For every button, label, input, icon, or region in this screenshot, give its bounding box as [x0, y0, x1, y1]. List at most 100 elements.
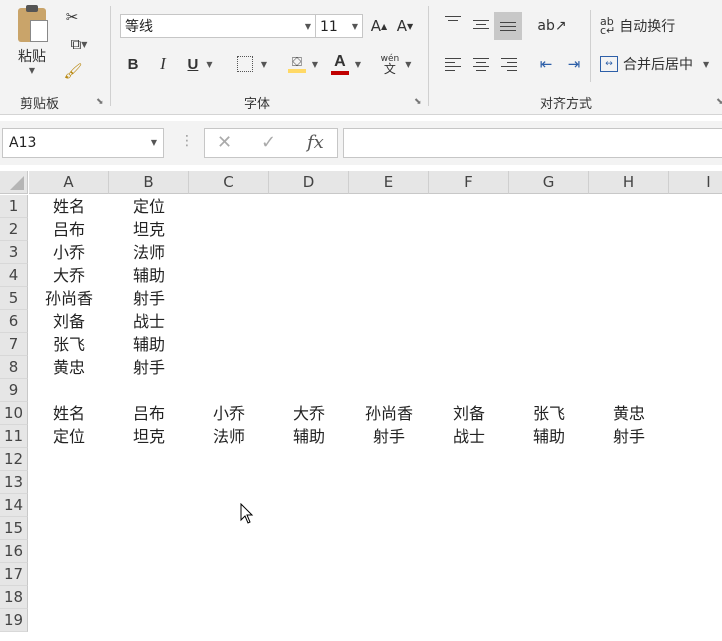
cell-c10[interactable]: 小乔 [189, 402, 269, 425]
cell-a2[interactable]: 吕布 [29, 218, 109, 241]
bottom-align-button[interactable] [494, 12, 522, 40]
formula-input[interactable] [343, 128, 722, 158]
row-header-8[interactable]: 8 [0, 356, 28, 379]
cell-f10[interactable]: 刘备 [429, 402, 509, 425]
grip-icon[interactable]: ⋮ [180, 133, 194, 149]
chevron-down-icon: ▼ [354, 59, 362, 69]
row-header-7[interactable]: 7 [0, 333, 28, 356]
cell-e10[interactable]: 孙尚香 [349, 402, 429, 425]
cell-c11[interactable]: 法师 [189, 425, 269, 448]
insert-function-icon[interactable]: fx [307, 132, 324, 153]
clipboard-group-label: 剪贴板 [20, 97, 60, 112]
column-header-a[interactable]: A [29, 171, 109, 194]
align-center-icon[interactable] [473, 58, 489, 74]
cell-d10[interactable]: 大乔 [269, 402, 349, 425]
bold-button[interactable]: B [122, 52, 144, 76]
enter-icon[interactable]: ✓ [261, 132, 276, 153]
font-color-button[interactable]: A ▼ [326, 50, 366, 78]
row-header-11[interactable]: 11 [0, 425, 28, 448]
divider [428, 6, 429, 106]
dialog-launcher-icon[interactable]: ⬊ [716, 98, 722, 107]
cell-a7[interactable]: 张飞 [29, 333, 109, 356]
top-align-icon[interactable] [445, 16, 461, 24]
paste-button[interactable]: 粘贴 ▼ [8, 5, 56, 86]
row-header-16[interactable]: 16 [0, 540, 28, 563]
row-header-15[interactable]: 15 [0, 517, 28, 540]
row-header-1[interactable]: 1 [0, 195, 28, 218]
column-header-f[interactable]: F [429, 171, 509, 194]
row-header-14[interactable]: 14 [0, 494, 28, 517]
row-header-17[interactable]: 17 [0, 563, 28, 586]
name-box[interactable]: A13 ▼ [2, 128, 164, 158]
decrease-indent-icon[interactable]: ⇤ [534, 52, 558, 76]
cell-h11[interactable]: 射手 [589, 425, 669, 448]
dialog-launcher-icon[interactable]: ⬊ [96, 98, 105, 107]
cell-b3[interactable]: 法师 [109, 241, 189, 264]
cell-a10[interactable]: 姓名 [29, 402, 109, 425]
cell-b1[interactable]: 定位 [109, 195, 189, 218]
increase-indent-icon[interactable]: ⇥ [562, 52, 586, 76]
row-header-19[interactable]: 19 [0, 609, 28, 632]
bottom-align-icon [500, 22, 516, 34]
cell-a3[interactable]: 小乔 [29, 241, 109, 264]
cell-a4[interactable]: 大乔 [29, 264, 109, 287]
cell-b11[interactable]: 坦克 [109, 425, 189, 448]
align-right-icon[interactable] [501, 58, 517, 74]
cancel-icon[interactable]: ✕ [217, 132, 232, 153]
cell-b8[interactable]: 射手 [109, 356, 189, 379]
underline-button[interactable]: U ▼ [180, 52, 220, 76]
dialog-launcher-icon[interactable]: ⬊ [414, 98, 423, 107]
wrap-text-button[interactable]: ab c↵ 自动换行 [600, 14, 690, 38]
row-header-13[interactable]: 13 [0, 471, 28, 494]
row-header-4[interactable]: 4 [0, 264, 28, 287]
cell-g11[interactable]: 辅助 [509, 425, 589, 448]
middle-align-icon[interactable] [473, 20, 489, 32]
row-header-2[interactable]: 2 [0, 218, 28, 241]
align-left-icon[interactable] [445, 58, 461, 74]
column-header-e[interactable]: E [349, 171, 429, 194]
shrink-font-button[interactable]: A ▼ [394, 14, 416, 38]
grow-font-button[interactable]: A ▲ [368, 14, 390, 38]
font-size-select[interactable]: 11 ▼ [315, 14, 363, 38]
cut-icon[interactable]: ✂ [62, 6, 82, 28]
cell-b2[interactable]: 坦克 [109, 218, 189, 241]
fill-color-button[interactable]: ⛋ ▼ [284, 50, 322, 78]
row-header-10[interactable]: 10 [0, 402, 28, 425]
row-header-6[interactable]: 6 [0, 310, 28, 333]
cell-a6[interactable]: 刘备 [29, 310, 109, 333]
cell-b7[interactable]: 辅助 [109, 333, 189, 356]
cell-e11[interactable]: 射手 [349, 425, 429, 448]
cell-b10[interactable]: 吕布 [109, 402, 189, 425]
column-header-g[interactable]: G [509, 171, 589, 194]
orientation-button[interactable]: ab↗ [536, 14, 568, 38]
cell-b6[interactable]: 战士 [109, 310, 189, 333]
row-header-12[interactable]: 12 [0, 448, 28, 471]
cell-h10[interactable]: 黄忠 [589, 402, 669, 425]
row-header-18[interactable]: 18 [0, 586, 28, 609]
cell-b5[interactable]: 射手 [109, 287, 189, 310]
cell-f11[interactable]: 战士 [429, 425, 509, 448]
borders-button[interactable]: ▼ [232, 52, 272, 76]
format-painter-icon[interactable]: 🖌 [62, 60, 84, 82]
cell-d11[interactable]: 辅助 [269, 425, 349, 448]
column-header-i[interactable]: I [669, 171, 722, 194]
cell-g10[interactable]: 张飞 [509, 402, 589, 425]
row-header-5[interactable]: 5 [0, 287, 28, 310]
copy-button[interactable]: ⧉ ▼ [62, 33, 96, 55]
row-header-9[interactable]: 9 [0, 379, 28, 402]
font-name-select[interactable]: 等线 ▼ [120, 14, 316, 38]
cell-a1[interactable]: 姓名 [29, 195, 109, 218]
column-header-b[interactable]: B [109, 171, 189, 194]
cell-a5[interactable]: 孙尚香 [29, 287, 109, 310]
column-header-d[interactable]: D [269, 171, 349, 194]
cell-a11[interactable]: 定位 [29, 425, 109, 448]
column-header-c[interactable]: C [189, 171, 269, 194]
row-header-3[interactable]: 3 [0, 241, 28, 264]
select-all-button[interactable] [0, 171, 28, 194]
column-header-h[interactable]: H [589, 171, 669, 194]
cell-b4[interactable]: 辅助 [109, 264, 189, 287]
merge-center-button[interactable]: ↔ 合并后居中 ▼ [600, 52, 720, 76]
phonetic-button[interactable]: wén 文 ▼ [376, 50, 416, 78]
cell-a8[interactable]: 黄忠 [29, 356, 109, 379]
italic-button[interactable]: I [152, 52, 174, 76]
